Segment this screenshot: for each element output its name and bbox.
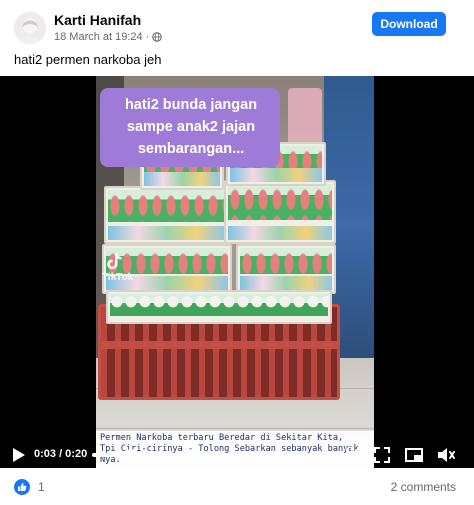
video-player[interactable]: hati2 bunda jangan sampe anak2 jajan sem… — [0, 76, 474, 468]
post-timestamp[interactable]: 18 March at 19:24 — [54, 31, 143, 43]
meta-separator: · — [145, 31, 150, 43]
facebook-post: Karti Hanifah 18 March at 19:24 · Downlo… — [0, 0, 474, 505]
volume-icon[interactable] — [436, 445, 456, 465]
video-overlay-text: hati2 bunda jangan sampe anak2 jajan sem… — [100, 88, 280, 167]
like-count: 1 — [38, 480, 45, 494]
like-icon — [14, 479, 30, 495]
video-frame: hati2 bunda jangan sampe anak2 jajan sem… — [96, 76, 374, 468]
tiktok-logo-icon — [106, 252, 122, 273]
candy-box — [104, 186, 230, 244]
play-icon[interactable] — [12, 447, 26, 463]
settings-icon[interactable] — [342, 445, 362, 465]
download-button[interactable]: Download — [372, 12, 446, 36]
candy-box — [106, 290, 332, 324]
avatar-image — [14, 12, 46, 44]
author-name[interactable]: Karti Hanifah — [54, 12, 141, 28]
avatar[interactable] — [14, 12, 46, 44]
progress-knob[interactable] — [125, 449, 138, 461]
fullscreen-icon[interactable] — [372, 445, 392, 465]
post-caption: hati2 permen narkoba jeh — [14, 52, 162, 67]
candy-box — [236, 244, 336, 294]
post-meta: 18 March at 19:24 · — [54, 31, 163, 43]
reaction-summary[interactable]: 1 — [14, 479, 45, 495]
tiktok-watermark: TikTok — [102, 272, 134, 283]
background-package — [288, 88, 322, 148]
video-controls: 0:03 / 0:20 — [0, 442, 474, 468]
comments-count[interactable]: 2 comments — [391, 480, 456, 494]
globe-icon — [152, 32, 163, 42]
progress-bar[interactable] — [92, 449, 354, 461]
candy-box — [224, 180, 336, 244]
video-time: 0:03 / 0:20 — [34, 448, 88, 460]
miniplayer-icon[interactable] — [404, 445, 424, 465]
